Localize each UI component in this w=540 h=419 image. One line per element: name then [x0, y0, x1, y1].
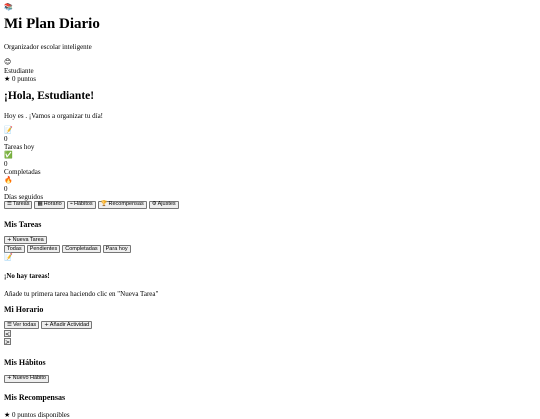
nav-tareas-button[interactable]: ☰ Tareas	[4, 200, 33, 209]
task-filters: Todas Pendientes Completadas Para hoy	[4, 245, 536, 254]
filter-completed-button[interactable]: Completadas	[62, 245, 101, 254]
user-role: Estudiante	[4, 67, 34, 76]
nav-label: Hábitos	[74, 201, 93, 208]
prev-day-button[interactable]: <	[4, 330, 11, 338]
plus-icon: +	[7, 375, 12, 382]
list-icon: ☰	[7, 321, 12, 328]
points-available: 0 puntos disponibles	[12, 410, 70, 419]
stat-completed: ✅ 0 Completadas	[4, 151, 536, 176]
fire-icon: 🔥	[4, 175, 13, 184]
tasks-section: Mis Tareas + Nueva Tarea Todas Pendiente…	[4, 220, 536, 298]
stat-tasks-today: 📝 0 Tareas hoy	[4, 126, 536, 151]
plus-icon: +	[44, 321, 49, 328]
app-title: Mi Plan Diario	[4, 16, 100, 32]
memo-icon: 📝	[4, 253, 13, 262]
main-nav: ☰ Tareas ▦ Horario ⌁ Hábitos 🏆 Recompens…	[4, 200, 536, 209]
nav-recompensas-button[interactable]: 🏆 Recompensas	[97, 200, 147, 209]
stat-streak: 🔥 0 Días seguidos	[4, 176, 536, 201]
stat-value: 0	[4, 184, 8, 193]
app-root: 📚 Mi Plan Diario Organizador escolar int…	[0, 0, 540, 419]
stat-value: 0	[4, 159, 8, 168]
stats-panel: 📝 0 Tareas hoy ✅ 0 Completadas 🔥 0 Días …	[4, 126, 536, 201]
greeting-message: Hoy es . ¡Vamos a organizar tu día!	[4, 111, 104, 120]
tasks-title: Mis Tareas	[4, 219, 42, 229]
rewards-points: ★ 0 puntos disponibles	[4, 411, 536, 419]
view-all-label: Ver todas	[12, 321, 37, 328]
avatar: 😊	[4, 58, 12, 67]
chart-icon: ⌁	[69, 201, 74, 208]
nav-ajustes-button[interactable]: ⚙ Ajustes	[148, 200, 179, 209]
user-panel: 😊 Estudiante ★ 0 puntos	[4, 58, 536, 83]
new-habit-label: Nuevo Hábito	[12, 375, 46, 382]
filter-all-button[interactable]: Todas	[4, 245, 25, 254]
nav-horario-button[interactable]: ▦ Horario	[34, 200, 65, 209]
plus-icon: +	[7, 236, 12, 243]
memo-icon: 📝	[4, 125, 13, 134]
add-activity-button[interactable]: + Añadir Actividad	[41, 321, 93, 330]
habits-section: Mis Hábitos + Nuevo Hábito	[4, 358, 536, 383]
check-icon: ✅	[4, 150, 13, 159]
empty-state-title: ¡No hay tareas!	[4, 272, 50, 281]
new-task-button[interactable]: + Nueva Tarea	[4, 236, 47, 245]
empty-state-message: Añade tu primera tarea haciendo clic en …	[4, 290, 159, 299]
tasks-actions: + Nueva Tarea	[4, 236, 536, 245]
nav-label: Horario	[43, 201, 62, 208]
stat-label: Completadas	[4, 167, 41, 176]
filter-today-button[interactable]: Para hoy	[102, 245, 131, 254]
schedule-actions: ☰ Ver todas + Añadir Actividad	[4, 321, 536, 330]
filter-pending-button[interactable]: Pendientes	[26, 245, 61, 254]
nav-label: Ajustes	[157, 201, 176, 208]
app-subtitle: Organizador escolar inteligente	[4, 43, 92, 52]
trophy-icon: 🏆	[100, 201, 108, 208]
habits-actions: + Nuevo Hábito	[4, 374, 536, 383]
user-points: ★ 0 puntos	[4, 75, 536, 83]
nav-label: Tareas	[12, 201, 30, 208]
star-icon: ★	[4, 75, 11, 84]
greeting-title: ¡Hola, Estudiante!	[4, 90, 95, 103]
new-habit-button[interactable]: + Nuevo Hábito	[4, 374, 49, 383]
schedule-section: Mi Horario ☰ Ver todas + Añadir Activida…	[4, 305, 536, 346]
view-all-button[interactable]: ☰ Ver todas	[4, 321, 40, 330]
rewards-title: Mis Recompensas	[4, 392, 66, 402]
books-icon: 📚	[4, 3, 13, 11]
new-task-label: Nueva Tarea	[12, 236, 44, 243]
gear-icon: ⚙	[151, 201, 157, 208]
schedule-title: Mi Horario	[4, 305, 44, 315]
calendar-icon: ▦	[37, 201, 43, 208]
add-activity-label: Añadir Actividad	[49, 321, 90, 328]
points-value: 0 puntos	[12, 75, 36, 84]
nav-label: Recompensas	[108, 201, 144, 208]
next-day-button[interactable]: >	[4, 338, 11, 346]
list-icon: ☰	[7, 201, 12, 208]
habits-title: Mis Hábitos	[4, 358, 46, 368]
stat-value: 0	[4, 134, 8, 143]
stat-label: Tareas hoy	[4, 142, 35, 151]
stat-label: Días seguidos	[4, 192, 44, 201]
star-icon: ★	[4, 410, 11, 419]
nav-habitos-button[interactable]: ⌁ Hábitos	[66, 200, 96, 209]
rewards-section: Mis Recompensas ★ 0 puntos disponibles	[4, 393, 536, 419]
